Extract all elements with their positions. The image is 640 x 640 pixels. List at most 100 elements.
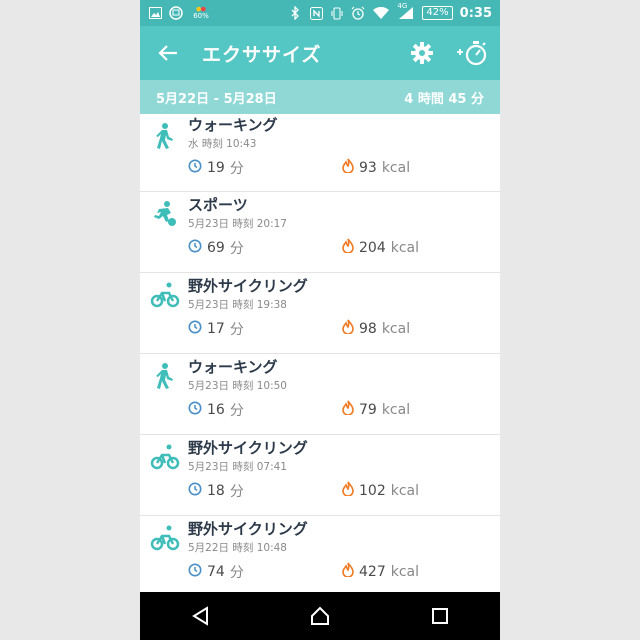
calorie-value: 98 — [359, 320, 377, 337]
back-arrow-icon — [158, 45, 177, 61]
exercise-item[interactable]: 野外サイクリング 5月23日 時刻 07:41 18 分 102 kcal — [140, 435, 500, 516]
exercise-name: スポーツ — [188, 196, 248, 214]
calorie-unit: kcal — [381, 401, 411, 418]
exercise-item[interactable]: スポーツ 5月23日 時刻 20:17 69 分 204 kcal — [140, 192, 500, 273]
nfc-icon — [309, 6, 323, 20]
app-notification-icon: 60% — [190, 6, 212, 20]
back-button[interactable] — [156, 41, 180, 65]
walking-icon — [150, 362, 178, 390]
calorie-unit: kcal — [381, 159, 411, 176]
sports-icon — [150, 200, 178, 228]
system-nav-bar — [140, 592, 500, 640]
exercise-name: ウォーキング — [188, 358, 278, 376]
bluetooth-icon — [288, 6, 302, 20]
duration-unit: 分 — [229, 403, 244, 419]
duration: 19 分 — [188, 158, 244, 178]
battery-indicator: 42% — [422, 6, 453, 20]
duration: 16 分 — [188, 400, 244, 420]
exercise-item[interactable]: 野外サイクリング 5月23日 時刻 19:38 17 分 98 kcal — [140, 273, 500, 354]
duration-value: 74 — [207, 564, 225, 580]
duration-unit: 分 — [229, 322, 244, 338]
network-type-label: 4G — [397, 2, 408, 10]
add-stopwatch-icon — [457, 41, 487, 66]
calorie-unit: kcal — [381, 320, 411, 337]
exercise-list: ウォーキング 水 時刻 10:43 19 分 93 kcal スポーツ 5月23… — [140, 114, 500, 592]
duration-unit: 分 — [229, 241, 244, 257]
flame-icon — [342, 481, 354, 500]
duration-unit: 分 — [229, 161, 244, 177]
status-time: 0:35 — [459, 5, 492, 21]
exercise-name: 野外サイクリング — [188, 520, 308, 538]
duration-value: 18 — [207, 483, 225, 499]
duration-value: 16 — [207, 402, 225, 418]
exercise-time: 水 時刻 10:43 — [188, 138, 257, 150]
week-summary-bar: 5月22日 - 5月28日 4 時間 45 分 — [140, 80, 500, 114]
calories: 102 kcal — [342, 481, 419, 500]
duration-value: 19 — [207, 160, 225, 176]
exercise-time: 5月22日 時刻 10:48 — [188, 542, 287, 554]
walking-icon — [150, 122, 178, 150]
calorie-value: 204 — [359, 239, 386, 256]
calories: 93 kcal — [342, 158, 410, 177]
nav-recents-button[interactable] — [420, 596, 460, 636]
exercise-time: 5月23日 時刻 10:50 — [188, 380, 287, 392]
nav-home-button[interactable] — [300, 596, 340, 636]
exercise-time: 5月23日 時刻 20:17 — [188, 218, 287, 230]
flame-icon — [342, 238, 354, 257]
settings-button[interactable] — [406, 37, 438, 69]
flame-icon — [342, 319, 354, 338]
nav-back-button[interactable] — [180, 596, 220, 636]
status-bar: 60% 4G 42% 0:35 — [140, 0, 500, 26]
duration-unit: 分 — [229, 484, 244, 500]
exercise-time: 5月23日 時刻 19:38 — [188, 299, 287, 311]
cycling-icon — [150, 443, 180, 471]
flame-icon — [342, 562, 354, 581]
alarm-icon — [351, 6, 365, 20]
add-timer-button[interactable] — [456, 37, 488, 69]
exercise-time: 5月23日 時刻 07:41 — [188, 461, 287, 473]
duration-unit: 分 — [229, 565, 244, 581]
duration: 74 分 — [188, 562, 244, 582]
clock-icon — [188, 159, 202, 177]
duration: 17 分 — [188, 319, 244, 339]
phone-screen: 60% 4G 42% 0:35 エクササイズ 5月22日 - 5月28日 4 時… — [140, 0, 500, 640]
duration: 18 分 — [188, 481, 244, 501]
calorie-value: 93 — [359, 159, 377, 176]
exercise-name: 野外サイクリング — [188, 277, 308, 295]
duration-value: 69 — [207, 240, 225, 256]
duration: 69 分 — [188, 238, 244, 258]
calories: 427 kcal — [342, 562, 419, 581]
app-bar: エクササイズ — [140, 26, 500, 80]
clock-icon — [188, 320, 202, 338]
exercise-item[interactable]: ウォーキング 5月23日 時刻 10:50 16 分 79 kcal — [140, 354, 500, 435]
calories: 98 kcal — [342, 319, 410, 338]
fitbit-notification-icon — [169, 6, 183, 20]
cycling-icon — [150, 524, 180, 552]
cycling-icon — [150, 281, 180, 309]
duration-value: 17 — [207, 321, 225, 337]
exercise-item[interactable]: ウォーキング 水 時刻 10:43 19 分 93 kcal — [140, 114, 500, 192]
flame-icon — [342, 400, 354, 419]
clock-icon — [188, 482, 202, 500]
calorie-unit: kcal — [390, 482, 420, 499]
calorie-value: 102 — [359, 482, 386, 499]
image-notification-icon — [148, 6, 162, 20]
calorie-value: 79 — [359, 401, 377, 418]
calorie-value: 427 — [359, 563, 386, 580]
clock-icon — [188, 401, 202, 419]
total-duration: 4 時間 45 分 — [404, 91, 484, 107]
nav-home-icon — [311, 606, 329, 625]
exercise-name: 野外サイクリング — [188, 439, 308, 457]
nav-back-icon — [192, 606, 208, 626]
cell-signal-icon: 4G — [397, 2, 415, 20]
notification-small-label: 60% — [193, 12, 209, 20]
clock-icon — [188, 239, 202, 257]
exercise-name: ウォーキング — [188, 116, 278, 134]
wifi-icon — [372, 6, 390, 20]
flame-icon — [342, 158, 354, 177]
vibrate-icon — [330, 6, 344, 20]
exercise-item[interactable]: 野外サイクリング 5月22日 時刻 10:48 74 分 427 kcal — [140, 516, 500, 592]
page-title: エクササイズ — [202, 43, 322, 66]
clock-icon — [188, 563, 202, 581]
nav-recents-icon — [432, 608, 448, 624]
